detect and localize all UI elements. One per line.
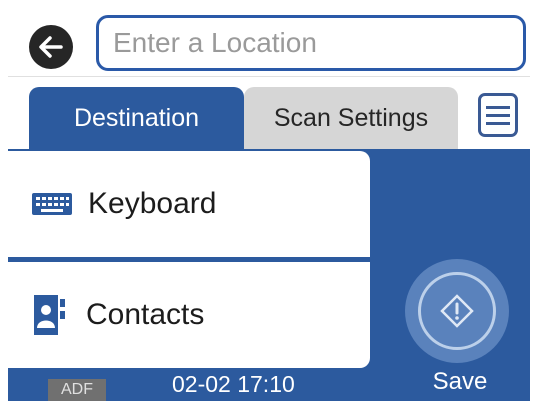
arrow-left-icon xyxy=(39,36,63,58)
menu-button[interactable] xyxy=(478,93,518,137)
list-menu-icon-line xyxy=(486,121,510,125)
keyboard-option[interactable]: Keyboard xyxy=(8,151,370,257)
tab-scan-settings-label: Scan Settings xyxy=(273,103,429,132)
back-button[interactable] xyxy=(29,25,73,69)
keyboard-icon xyxy=(32,193,72,215)
location-input[interactable] xyxy=(96,15,526,71)
start-diamond-icon xyxy=(440,294,474,328)
contacts-label: Contacts xyxy=(86,298,205,331)
tab-scan-settings[interactable]: Scan Settings xyxy=(244,87,458,149)
start-button[interactable] xyxy=(405,259,509,363)
save-button[interactable]: Save xyxy=(420,366,500,398)
contacts-option[interactable]: Contacts xyxy=(8,262,370,368)
tab-destination[interactable]: Destination xyxy=(29,87,244,149)
keyboard-label: Keyboard xyxy=(88,187,217,220)
status-datetime: 02-02 17:10 xyxy=(172,370,295,397)
list-menu-icon-line xyxy=(486,113,510,117)
scan-screen: Destination Scan Settings Keyboard xyxy=(8,4,530,401)
start-button-ring xyxy=(418,272,496,350)
list-menu-icon xyxy=(486,105,510,109)
destination-panel: Keyboard Contacts xyxy=(8,149,530,401)
tab-destination-label: Destination xyxy=(73,103,200,132)
top-bar xyxy=(8,4,530,77)
contacts-book-icon xyxy=(34,295,65,335)
source-badge: ADF xyxy=(48,379,106,401)
